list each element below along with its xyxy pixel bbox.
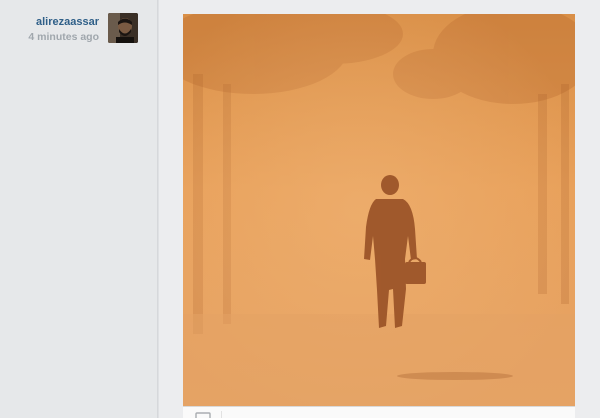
user-avatar[interactable] <box>108 13 138 43</box>
post-photo[interactable] <box>183 14 575 406</box>
post-meta-sidebar: alirezaassar 4 minutes ago <box>0 0 158 418</box>
comment-icon[interactable] <box>195 411 211 418</box>
username-link[interactable]: alirezaassar <box>28 15 99 29</box>
post-timestamp[interactable]: 4 minutes ago <box>28 30 99 44</box>
post-meta: alirezaassar 4 minutes ago <box>28 15 99 44</box>
footer-divider <box>221 411 222 418</box>
post-content <box>159 0 600 418</box>
photo-card[interactable] <box>183 14 575 406</box>
photo-card-footer <box>183 406 575 418</box>
